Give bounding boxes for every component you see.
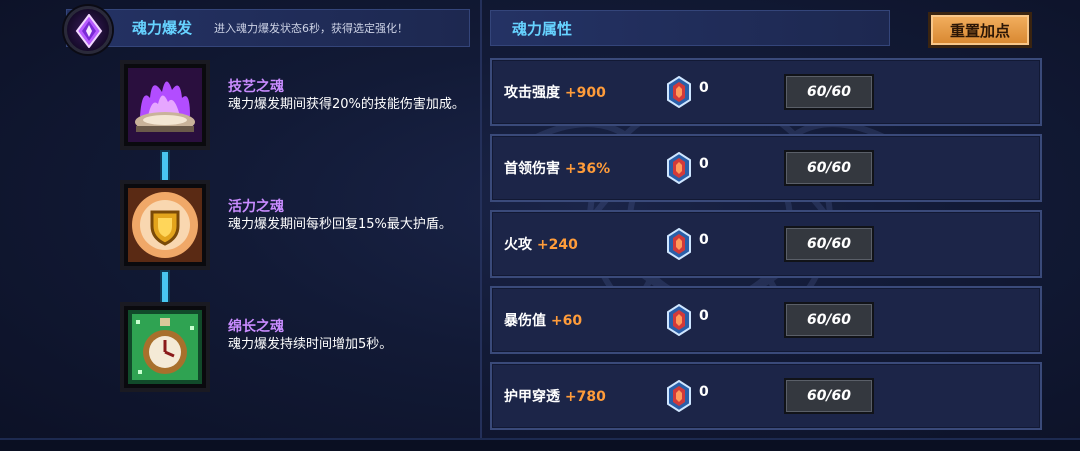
stopwatch-icon xyxy=(128,310,202,384)
attribute-bonus: +60 xyxy=(550,313,583,329)
soul-burst-title: 魂力爆发 xyxy=(132,19,193,37)
soul-attributes-title: 魂力属性 xyxy=(512,20,573,38)
soul-gem-icon xyxy=(667,76,691,108)
attribute-bonus: +240 xyxy=(536,237,578,253)
attribute-level: 60/60 xyxy=(784,378,874,414)
gem-count: 0 xyxy=(699,232,709,248)
soul-gem-icon xyxy=(667,228,691,260)
purple-flame-icon xyxy=(128,68,202,142)
soul-gem-icon xyxy=(667,380,691,412)
soul-connector xyxy=(162,272,168,304)
bottom-band xyxy=(0,438,1080,451)
attribute-row: 首领伤害 +36% 0 60/60 xyxy=(490,134,1042,202)
attribute-level: 60/60 xyxy=(784,74,874,110)
attribute-row: 火攻 +240 0 60/60 xyxy=(490,210,1042,278)
soul-gem-icon xyxy=(667,152,691,184)
gem-count: 0 xyxy=(699,156,709,172)
soul-name: 技艺之魂 xyxy=(228,79,284,95)
soul-description: 魂力爆发期间获得20%的技能伤害加成。 xyxy=(228,97,465,112)
attribute-bonus: +780 xyxy=(564,389,606,405)
gem-count: 0 xyxy=(699,384,709,400)
soul-burst-emblem xyxy=(64,6,112,54)
soul-burst-description: 进入魂力爆发状态6秒，获得选定强化！ xyxy=(214,22,408,35)
soul-name: 绵长之魂 xyxy=(228,319,284,335)
soul-option-skill[interactable] xyxy=(120,60,210,150)
soul-gem-icon xyxy=(667,304,691,336)
soul-power-screen: 魂力爆发 进入魂力爆发状态6秒，获得选定强化！ 技艺之魂 魂力爆发期间获得20%… xyxy=(0,0,1080,451)
attribute-label: 暴伤值 +60 xyxy=(504,313,583,329)
attribute-row: 攻击强度 +900 0 60/60 xyxy=(490,58,1042,126)
attribute-label: 攻击强度 +900 xyxy=(504,85,606,101)
attribute-label: 火攻 +240 xyxy=(504,237,578,253)
soul-description: 魂力爆发持续时间增加5秒。 xyxy=(228,337,393,352)
soul-option-vitality[interactable] xyxy=(120,180,210,270)
soul-option-duration[interactable] xyxy=(120,302,210,392)
attribute-label: 护甲穿透 +780 xyxy=(504,389,606,405)
gem-count: 0 xyxy=(699,80,709,96)
reset-points-button[interactable]: 重置加点 xyxy=(928,12,1032,48)
panel-divider xyxy=(480,0,482,440)
soul-crystal-icon xyxy=(75,14,103,48)
attribute-level: 60/60 xyxy=(784,226,874,262)
soul-name: 活力之魂 xyxy=(228,199,284,215)
attribute-level: 60/60 xyxy=(784,150,874,186)
attribute-row: 护甲穿透 +780 0 60/60 xyxy=(490,362,1042,430)
soul-description: 魂力爆发期间每秒回复15%最大护盾。 xyxy=(228,217,452,232)
attribute-bonus: +36% xyxy=(564,161,611,177)
attribute-bonus: +900 xyxy=(564,85,606,101)
attribute-row: 暴伤值 +60 0 60/60 xyxy=(490,286,1042,354)
gem-count: 0 xyxy=(699,308,709,324)
gold-shield-icon xyxy=(128,188,202,262)
attribute-level: 60/60 xyxy=(784,302,874,338)
attribute-label: 首领伤害 +36% xyxy=(504,161,611,177)
